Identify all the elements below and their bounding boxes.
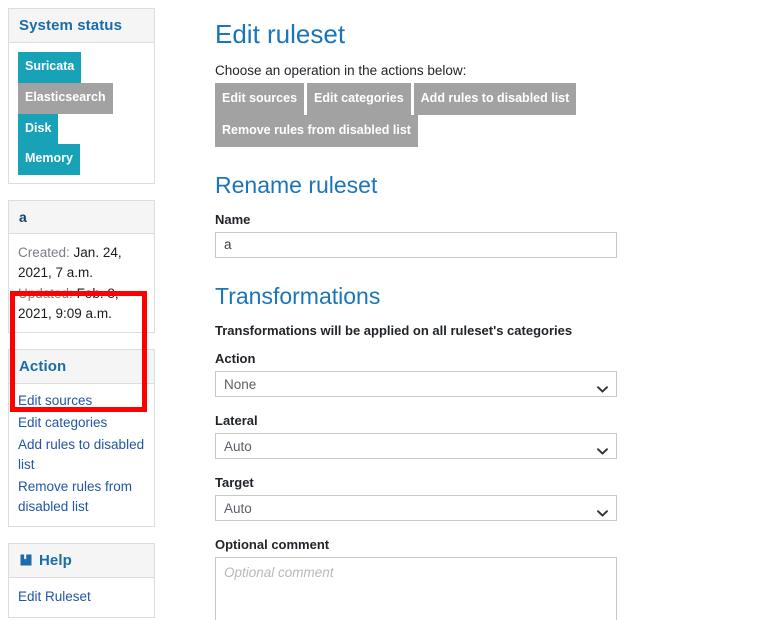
ruleset-created-row: Created: Jan. 24, 2021, 7 a.m. <box>18 243 145 284</box>
help-link-edit-ruleset[interactable]: Edit Ruleset <box>9 586 154 608</box>
action-select-value: None <box>224 376 257 392</box>
target-select-label: Target <box>215 475 254 491</box>
help-panel: Help Edit Ruleset <box>8 542 155 618</box>
main-content: Edit ruleset Choose an operation in the … <box>215 20 625 620</box>
status-badge-disk[interactable]: Disk <box>18 113 59 145</box>
action-select-label: Action <box>215 351 256 367</box>
action-links-panel: Edit sources Edit categories Add rules t… <box>9 384 154 526</box>
help-header: Help <box>9 543 154 578</box>
system-status-body: Suricata ElasticsearchDisk Memory <box>9 43 154 183</box>
name-label: Name <box>215 211 251 227</box>
operations-badge-list: Edit sources Edit categories Add rules to … <box>215 82 625 147</box>
system-status-title: System status <box>19 17 123 34</box>
sidebar: System status Suricata ElasticsearchDisk… <box>8 8 155 620</box>
lateral-select-value: Auto <box>224 438 252 454</box>
comment-textarea[interactable] <box>215 557 617 620</box>
status-badge-elasticsearch[interactable]: Elasticsearch <box>18 82 113 114</box>
action-select[interactable]: None <box>215 371 617 398</box>
action-title: Action <box>19 358 67 375</box>
ruleset-name-title: a <box>19 209 27 225</box>
ruleset-updated-row: Updated: Feb. 8, 2021, 9:09 a.m. <box>18 284 145 325</box>
help-links-list: Edit Ruleset <box>9 578 154 617</box>
app-page: System status Suricata ElasticsearchDisk… <box>0 0 762 620</box>
chevron-down-icon <box>597 381 608 393</box>
rename-ruleset-title: Rename ruleset <box>215 171 378 198</box>
operation-remove-rules-from-disabled-list[interactable]: Remove rules from disabled list <box>215 114 418 147</box>
name-form-group: Name <box>215 212 625 258</box>
target-select[interactable]: Auto <box>215 495 617 522</box>
action-header: Action <box>9 350 154 384</box>
operation-add-rules-to-disabled-list[interactable]: Add rules to disabled list <box>413 82 577 115</box>
transformations-title: Transformations <box>215 282 381 309</box>
status-badge-suricata[interactable]: Suricata <box>18 52 82 83</box>
chevron-down-icon <box>597 505 608 517</box>
transformations-note: Transformations will be applied on all r… <box>215 323 573 339</box>
lateral-select-label: Lateral <box>215 413 258 429</box>
sidebar-action-remove-rules-from-disabled-list[interactable]: Remove rules from disabled list <box>9 476 154 518</box>
sidebar-action-edit-categories[interactable]: Edit categories <box>9 412 154 434</box>
sidebar-action-add-rules-to-disabled-list[interactable]: Add rules to disabled list <box>9 434 154 476</box>
chevron-down-icon <box>597 443 608 455</box>
lateral-form-group: Lateral Auto <box>215 413 625 460</box>
updated-label: Updated: <box>18 285 73 301</box>
system-status-panel: System status Suricata ElasticsearchDisk… <box>8 8 155 184</box>
comment-form-group: Optional comment <box>215 537 625 620</box>
comment-label: Optional comment <box>215 537 330 553</box>
lateral-select[interactable]: Auto <box>215 433 617 460</box>
system-status-header: System status <box>9 9 154 43</box>
operation-edit-categories[interactable]: Edit categories <box>307 82 411 115</box>
created-label: Created: <box>18 245 70 260</box>
action-form-group: Action None <box>215 351 625 398</box>
ruleset-info-panel: a Created: Jan. 24, 2021, 7 a.m. Updated… <box>8 200 155 333</box>
ruleset-info-header: a <box>9 201 154 234</box>
status-badge-memory[interactable]: Memory <box>18 144 80 175</box>
action-panel: Action Edit sources Edit categories Add … <box>8 349 155 527</box>
target-form-group: Target Auto <box>215 475 625 522</box>
operation-edit-sources[interactable]: Edit sources <box>215 82 305 115</box>
target-select-value: Auto <box>224 500 252 516</box>
page-title: Edit ruleset <box>215 19 346 49</box>
status-badge-list: Suricata ElasticsearchDisk Memory <box>18 52 145 175</box>
ruleset-info-body: Created: Jan. 24, 2021, 7 a.m. Updated: … <box>9 234 154 332</box>
help-title: Help <box>39 551 72 569</box>
operations-lead-text: Choose an operation in the actions below… <box>215 62 467 78</box>
name-input[interactable] <box>215 231 617 258</box>
sidebar-action-edit-sources[interactable]: Edit sources <box>9 390 154 412</box>
book-icon <box>19 553 33 567</box>
